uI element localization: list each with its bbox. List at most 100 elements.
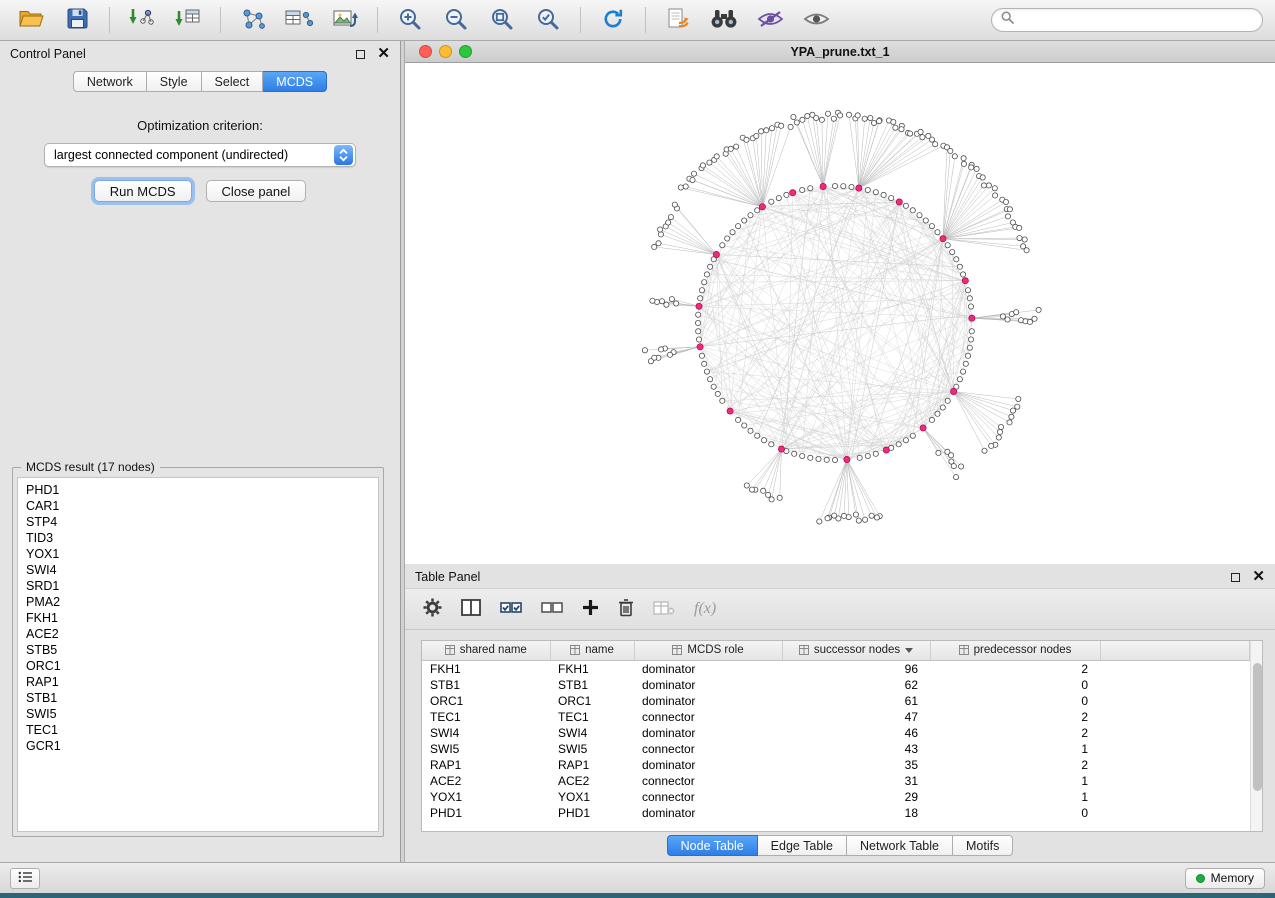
cell-shared-name[interactable]: YOX1 bbox=[422, 789, 550, 805]
cell-predecessors[interactable]: 2 bbox=[930, 725, 1100, 741]
tab-motifs[interactable]: Motifs bbox=[953, 835, 1013, 856]
mcds-result-item[interactable]: TID3 bbox=[18, 530, 378, 546]
cell-successors[interactable]: 18 bbox=[782, 805, 930, 821]
cell-shared-name[interactable]: SWI4 bbox=[422, 725, 550, 741]
table-row[interactable]: ORC1ORC1dominator610 bbox=[422, 693, 1250, 709]
table-row[interactable]: STB1STB1dominator620 bbox=[422, 677, 1250, 693]
cell-shared-name[interactable]: TEC1 bbox=[422, 709, 550, 725]
import-network-file-button[interactable] bbox=[123, 5, 161, 35]
close-mcds-panel-button[interactable]: Close panel bbox=[206, 180, 307, 202]
table-row[interactable]: TEC1TEC1connector472 bbox=[422, 709, 1250, 725]
cell-successors[interactable]: 96 bbox=[782, 660, 930, 677]
close-window-icon[interactable] bbox=[419, 45, 432, 58]
mcds-result-item[interactable]: STP4 bbox=[18, 514, 378, 530]
panel-menu-button[interactable] bbox=[10, 868, 40, 889]
cell-successors[interactable]: 61 bbox=[782, 693, 930, 709]
cell-shared-name[interactable]: ACE2 bbox=[422, 773, 550, 789]
function-builder-button[interactable]: f(x) bbox=[694, 596, 716, 622]
apply-layout-button[interactable] bbox=[594, 5, 632, 35]
zoom-fit-button[interactable] bbox=[483, 5, 521, 35]
cell-name[interactable]: RAP1 bbox=[550, 757, 634, 773]
add-column-button[interactable] bbox=[582, 596, 599, 622]
cell-empty[interactable] bbox=[1100, 725, 1250, 741]
cell-successors[interactable]: 62 bbox=[782, 677, 930, 693]
cell-role[interactable]: dominator bbox=[634, 725, 782, 741]
cell-successors[interactable]: 43 bbox=[782, 741, 930, 757]
cell-role[interactable]: dominator bbox=[634, 693, 782, 709]
cell-predecessors[interactable]: 0 bbox=[930, 677, 1100, 693]
close-table-panel-icon[interactable]: ✕ bbox=[1252, 572, 1265, 582]
table-row[interactable]: PHD1PHD1dominator180 bbox=[422, 805, 1250, 821]
tab-network-table[interactable]: Network Table bbox=[847, 835, 953, 856]
cell-successors[interactable]: 46 bbox=[782, 725, 930, 741]
table-row[interactable]: FKH1FKH1dominator962 bbox=[422, 660, 1250, 677]
zoom-in-button[interactable] bbox=[391, 5, 429, 35]
cell-shared-name[interactable]: RAP1 bbox=[422, 757, 550, 773]
cell-shared-name[interactable]: ORC1 bbox=[422, 693, 550, 709]
new-network-button[interactable] bbox=[234, 5, 272, 35]
find-button[interactable] bbox=[705, 5, 743, 35]
cell-shared-name[interactable]: SWI5 bbox=[422, 741, 550, 757]
mcds-result-item[interactable]: ORC1 bbox=[18, 658, 378, 674]
tab-style[interactable]: Style bbox=[147, 71, 202, 92]
export-image-button[interactable] bbox=[326, 5, 364, 35]
table-row[interactable]: YOX1YOX1connector291 bbox=[422, 789, 1250, 805]
mcds-result-item[interactable]: SWI4 bbox=[18, 562, 378, 578]
save-session-button[interactable] bbox=[58, 5, 96, 35]
mcds-result-item[interactable]: SWI5 bbox=[18, 706, 378, 722]
close-panel-icon[interactable]: ✕ bbox=[377, 49, 390, 59]
cell-predecessors[interactable]: 2 bbox=[930, 660, 1100, 677]
cell-role[interactable]: connector bbox=[634, 741, 782, 757]
tab-select[interactable]: Select bbox=[202, 71, 264, 92]
search-input[interactable] bbox=[1020, 13, 1253, 27]
cell-successors[interactable]: 47 bbox=[782, 709, 930, 725]
minimize-window-icon[interactable] bbox=[439, 45, 452, 58]
cell-name[interactable]: STB1 bbox=[550, 677, 634, 693]
network-canvas[interactable] bbox=[405, 63, 1275, 564]
mcds-result-item[interactable]: FKH1 bbox=[18, 610, 378, 626]
cell-name[interactable]: PHD1 bbox=[550, 805, 634, 821]
cell-name[interactable]: SWI4 bbox=[550, 725, 634, 741]
mcds-result-item[interactable]: ACE2 bbox=[18, 626, 378, 642]
column-header-successor-nodes[interactable]: successor nodes bbox=[782, 641, 930, 660]
mcds-result-item[interactable]: STB1 bbox=[18, 690, 378, 706]
tab-node-table[interactable]: Node Table bbox=[667, 835, 758, 856]
mcds-result-item[interactable]: YOX1 bbox=[18, 546, 378, 562]
cell-name[interactable]: FKH1 bbox=[550, 660, 634, 677]
cell-role[interactable]: dominator bbox=[634, 677, 782, 693]
copy-style-button[interactable] bbox=[659, 5, 697, 35]
mcds-result-item[interactable]: PHD1 bbox=[18, 482, 378, 498]
cell-role[interactable]: connector bbox=[634, 709, 782, 725]
cell-empty[interactable] bbox=[1100, 789, 1250, 805]
mcds-result-item[interactable]: CAR1 bbox=[18, 498, 378, 514]
tab-network[interactable]: Network bbox=[73, 71, 147, 92]
table-scrollbar[interactable] bbox=[1250, 641, 1262, 831]
cell-empty[interactable] bbox=[1100, 757, 1250, 773]
column-header-mcds-role[interactable]: MCDS role bbox=[634, 641, 782, 660]
float-table-panel-icon[interactable] bbox=[1231, 573, 1240, 582]
cell-empty[interactable] bbox=[1100, 805, 1250, 821]
cell-shared-name[interactable]: FKH1 bbox=[422, 660, 550, 677]
hide-details-button[interactable] bbox=[751, 5, 789, 35]
cell-predecessors[interactable]: 2 bbox=[930, 757, 1100, 773]
tab-mcds[interactable]: MCDS bbox=[263, 71, 327, 92]
zoom-selected-button[interactable] bbox=[529, 5, 567, 35]
delete-table-button[interactable] bbox=[653, 596, 675, 622]
cell-empty[interactable] bbox=[1100, 709, 1250, 725]
cell-role[interactable]: dominator bbox=[634, 805, 782, 821]
cell-shared-name[interactable]: STB1 bbox=[422, 677, 550, 693]
mcds-result-item[interactable]: STB5 bbox=[18, 642, 378, 658]
column-header-predecessor-nodes[interactable]: predecessor nodes bbox=[930, 641, 1100, 660]
memory-button[interactable]: Memory bbox=[1185, 868, 1265, 889]
network-titlebar[interactable]: YPA_prune.txt_1 bbox=[405, 41, 1275, 63]
cell-empty[interactable] bbox=[1100, 677, 1250, 693]
cell-empty[interactable] bbox=[1100, 693, 1250, 709]
float-panel-icon[interactable] bbox=[356, 50, 365, 59]
cell-empty[interactable] bbox=[1100, 660, 1250, 677]
run-mcds-button[interactable]: Run MCDS bbox=[94, 180, 192, 202]
cell-empty[interactable] bbox=[1100, 741, 1250, 757]
cell-empty[interactable] bbox=[1100, 773, 1250, 789]
criterion-dropdown[interactable]: largest connected component (undirected) bbox=[44, 143, 356, 167]
cell-name[interactable]: ORC1 bbox=[550, 693, 634, 709]
cell-successors[interactable]: 35 bbox=[782, 757, 930, 773]
